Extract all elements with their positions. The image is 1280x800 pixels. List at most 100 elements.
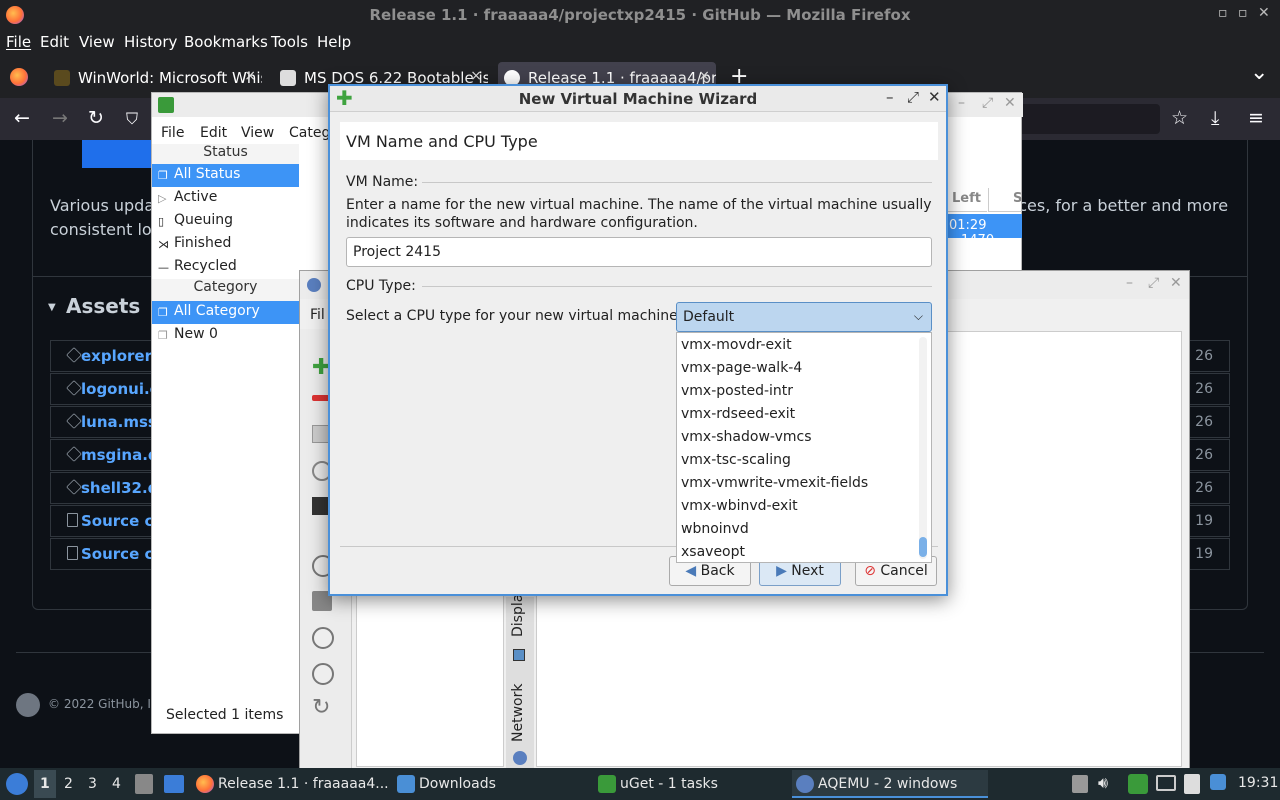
tab-close-icon[interactable]: × <box>470 68 482 84</box>
menu-history[interactable]: History <box>124 33 177 51</box>
cpu-option[interactable]: vmx-posted-intr <box>681 383 793 399</box>
maximize-icon[interactable]: ⤢ <box>1148 275 1159 291</box>
status-recycled[interactable]: — Recycled <box>152 256 299 279</box>
menu-bookmarks[interactable]: Bookmarks <box>184 33 268 51</box>
task-label: Release 1.1 · fraaaaa4... <box>218 776 389 792</box>
workspace-1[interactable]: 1 <box>40 776 50 792</box>
status-all[interactable]: ❐ All Status <box>152 164 299 187</box>
app-menu-icon[interactable]: ≡ <box>1248 107 1264 129</box>
workspace-2[interactable]: 2 <box>64 776 73 792</box>
close-icon[interactable]: ✕ <box>1170 275 1182 291</box>
uget-menu-edit[interactable]: Edit <box>200 125 227 141</box>
stop-icon[interactable] <box>312 663 334 685</box>
cpu-type-select[interactable]: Default ⌵ <box>676 302 932 332</box>
minimize-icon[interactable]: – <box>1126 275 1133 291</box>
status-finished[interactable]: ⋊ Finished <box>152 233 299 256</box>
reset-icon[interactable]: ↻ <box>312 695 330 720</box>
vm-name-input[interactable] <box>346 237 932 267</box>
uget-menu-category[interactable]: Categ <box>289 125 330 141</box>
back-icon[interactable]: ← <box>14 107 30 129</box>
archive-favicon-icon <box>280 70 296 86</box>
cpu-option[interactable]: vmx-page-walk-4 <box>681 360 802 376</box>
task-downloads[interactable]: Downloads <box>395 770 591 798</box>
cpu-option[interactable]: vmx-tsc-scaling <box>681 452 791 468</box>
cpu-option[interactable]: wbnoinvd <box>681 521 749 537</box>
close-icon[interactable]: ✕ <box>1004 95 1016 111</box>
tab-network[interactable]: Network <box>510 684 526 742</box>
github-logo-icon[interactable] <box>16 693 40 717</box>
cpu-type-dropdown-list[interactable]: vmx-movdr-exit vmx-page-walk-4 vmx-poste… <box>676 332 932 563</box>
tab-list-button[interactable]: ⌄ <box>1250 60 1268 85</box>
cpu-option[interactable]: xsaveopt <box>681 544 745 560</box>
category-all[interactable]: ❐ All Category <box>152 301 299 324</box>
uget-menu-file[interactable]: File <box>161 125 184 141</box>
assets-heading[interactable]: Assets <box>66 294 140 318</box>
task-label: Downloads <box>419 776 496 792</box>
clipboard-icon[interactable] <box>1184 774 1200 794</box>
menu-edit[interactable]: Edit <box>40 33 69 51</box>
triangle-down-icon[interactable]: ▼ <box>48 302 56 313</box>
cpu-option[interactable]: vmx-wbinvd-exit <box>681 498 798 514</box>
cpu-option[interactable]: vmx-movdr-exit <box>681 337 792 353</box>
workspace-4[interactable]: 4 <box>112 776 121 792</box>
downloads-icon[interactable]: ⤓ <box>1211 107 1219 129</box>
uget-menu-view[interactable]: View <box>241 125 274 141</box>
uget-tray-icon[interactable] <box>1128 774 1148 794</box>
maximize-icon[interactable]: ⤢ <box>907 88 919 106</box>
display-tray-icon[interactable] <box>1156 775 1176 791</box>
menu-help[interactable]: Help <box>317 33 351 51</box>
bookmark-star-icon[interactable]: ☆ <box>1171 107 1188 129</box>
cpu-group-label: CPU Type: <box>346 278 416 294</box>
wizard-titlebar[interactable]: ✚ New Virtual Machine Wizard – ⤢ ✕ <box>330 86 946 112</box>
minimize-icon[interactable]: – <box>958 95 965 111</box>
task-uget[interactable]: uGet - 1 tasks <box>596 770 792 798</box>
workspace-3[interactable]: 3 <box>88 776 97 792</box>
download-row[interactable]: 01:29 1470 <box>947 214 1022 248</box>
menu-file[interactable]: File <box>6 33 31 51</box>
files-icon[interactable] <box>135 774 153 794</box>
aqemu-menu-file[interactable]: Fil <box>310 307 325 323</box>
close-icon[interactable]: ✕ <box>928 88 941 106</box>
category-new[interactable]: ❐ New 0 <box>152 324 299 347</box>
dropdown-scrollbar[interactable] <box>919 337 927 559</box>
cpu-option[interactable]: vmx-rdseed-exit <box>681 406 795 422</box>
footer-copyright: © 2022 GitHub, Inc <box>48 697 166 711</box>
vm-name-help: Enter a name for the new virtual machine… <box>346 197 932 231</box>
scrollbar-thumb[interactable] <box>919 537 927 557</box>
tab-close-icon[interactable]: × <box>698 68 710 84</box>
close-icon[interactable]: ✕ <box>1258 5 1270 21</box>
shield-icon[interactable]: ⛉ <box>126 109 138 129</box>
desktop-icon[interactable] <box>164 775 184 793</box>
start-menu-icon[interactable] <box>6 773 28 795</box>
task-aqemu[interactable]: AQEMU - 2 windows <box>792 770 988 798</box>
category-label: New 0 <box>174 326 218 342</box>
back-label: Back <box>700 563 735 579</box>
menu-view[interactable]: View <box>79 33 115 51</box>
task-firefox[interactable]: Release 1.1 · fraaaaa4... <box>194 770 390 798</box>
next-label: Next <box>791 563 824 579</box>
reload-icon[interactable]: ↻ <box>88 107 104 129</box>
maximize-icon[interactable]: ⤢ <box>982 95 993 111</box>
column-header-left[interactable]: Left <box>947 188 987 212</box>
menu-tools[interactable]: Tools <box>271 33 308 51</box>
status-active[interactable]: ▷ Active <box>152 187 299 210</box>
firefox-view-icon[interactable] <box>10 68 28 86</box>
minimize-icon[interactable]: – <box>886 88 894 106</box>
tray-box-icon[interactable] <box>1072 775 1088 793</box>
cpu-option[interactable]: vmx-vmwrite-vmexit-fields <box>681 475 868 491</box>
tab-close-icon[interactable]: × <box>244 68 256 84</box>
network-tray-icon[interactable] <box>1210 774 1226 790</box>
tab-winworld[interactable]: WinWorld: Microsoft Whis × <box>48 62 262 94</box>
minimize-icon[interactable]: ▫ <box>1218 5 1228 21</box>
wizard-page-header: VM Name and CPU Type <box>340 122 938 160</box>
column-header-size[interactable]: S <box>988 188 1022 212</box>
status-queuing[interactable]: ▯ Queuing <box>152 210 299 233</box>
clock[interactable]: 19:31 <box>1238 775 1278 791</box>
cpu-option[interactable]: vmx-shadow-vmcs <box>681 429 812 445</box>
forward-icon[interactable]: → <box>52 107 68 129</box>
pause-icon[interactable] <box>312 627 334 649</box>
status-header: Status <box>152 144 299 166</box>
volume-icon[interactable]: 🔊︎ <box>1098 773 1108 793</box>
tab-display[interactable]: Displa <box>510 594 526 637</box>
maximize-icon[interactable]: ▫ <box>1238 5 1248 21</box>
